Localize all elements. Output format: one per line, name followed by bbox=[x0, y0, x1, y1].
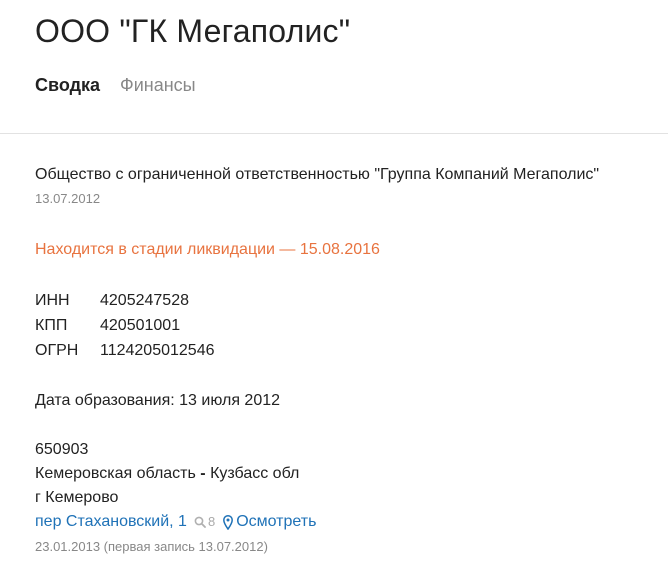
page-title: ООО "ГК Мегаполис" bbox=[35, 13, 351, 49]
registration-codes: ИНН 4205247528 КПП 420501001 ОГРН 112420… bbox=[35, 288, 668, 363]
map-pin-icon bbox=[223, 514, 234, 530]
region-name: Кемеровская область bbox=[35, 465, 196, 482]
view-label: Осмотреть bbox=[236, 513, 317, 530]
search-count-value: 8 bbox=[207, 514, 216, 529]
address-city: г Кемерово bbox=[35, 489, 119, 506]
code-label: КПП bbox=[35, 317, 68, 334]
region-short: Кузбасс обл bbox=[210, 465, 300, 482]
postal-code: 650903 bbox=[35, 441, 89, 458]
search-icon bbox=[194, 516, 206, 528]
address-street-line: пер Стахановский, 1 8 Осмотреть bbox=[35, 510, 668, 534]
code-row-ogrn: ОГРН 1124205012546 bbox=[35, 338, 668, 363]
street-link[interactable]: пер Стахановский, 1 bbox=[35, 510, 187, 534]
address-block: 650903 Кемеровская область - Кузбасс обл… bbox=[35, 438, 668, 556]
summary-panel: Общество с ограниченной ответственностью… bbox=[35, 163, 668, 556]
full-name-date: 13.07.2012 bbox=[35, 191, 101, 206]
address-region: Кемеровская область - Кузбасс обл bbox=[35, 462, 668, 486]
header-divider bbox=[0, 133, 668, 134]
tab-finance[interactable]: Финансы bbox=[120, 72, 196, 98]
address-date-note: 23.01.2013 (первая запись 13.07.2012) bbox=[35, 539, 268, 554]
code-value: 4205247528 bbox=[100, 292, 189, 309]
liquidation-status: Находится в стадии ликвидации — 15.08.20… bbox=[35, 241, 380, 258]
code-value: 420501001 bbox=[100, 317, 181, 334]
code-row-inn: ИНН 4205247528 bbox=[35, 288, 668, 313]
code-label: ОГРН bbox=[35, 342, 79, 359]
founded-date: Дата образования: 13 июля 2012 bbox=[35, 392, 281, 409]
view-on-map-link[interactable]: Осмотреть bbox=[223, 510, 316, 534]
code-value: 1124205012546 bbox=[100, 342, 215, 359]
code-label: ИНН bbox=[35, 292, 70, 309]
tab-bar: Сводка Финансы bbox=[35, 72, 633, 98]
header: ООО "ГК Мегаполис" Сводка Финансы bbox=[0, 0, 668, 98]
region-separator: - bbox=[195, 465, 211, 482]
same-address-search[interactable]: 8 bbox=[194, 510, 215, 534]
tab-summary[interactable]: Сводка bbox=[35, 72, 100, 98]
code-row-kpp: КПП 420501001 bbox=[35, 313, 668, 338]
full-company-name: Общество с ограниченной ответственностью… bbox=[35, 166, 600, 183]
